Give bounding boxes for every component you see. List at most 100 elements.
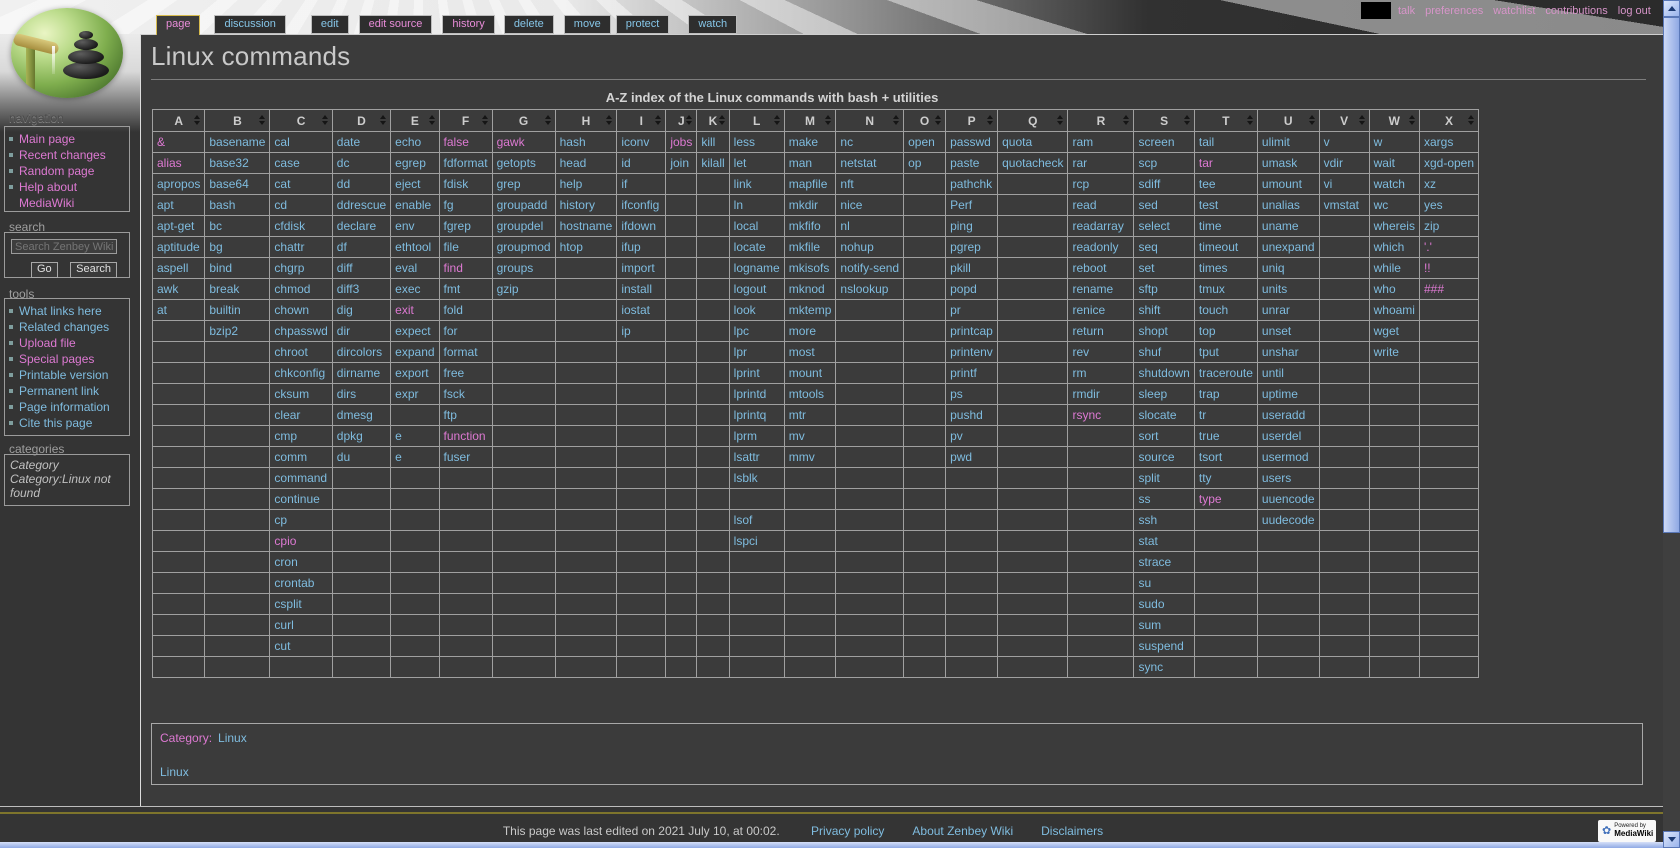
table-cell[interactable]: break bbox=[205, 279, 270, 300]
command-link[interactable]: netstat bbox=[840, 156, 876, 170]
table-cell[interactable]: for bbox=[439, 321, 492, 342]
table-cell[interactable]: tar bbox=[1194, 153, 1257, 174]
table-cell[interactable]: apropos bbox=[153, 174, 205, 195]
table-cell[interactable]: diff3 bbox=[332, 279, 390, 300]
table-cell[interactable]: wait bbox=[1369, 153, 1419, 174]
search-input[interactable] bbox=[11, 239, 117, 254]
command-link[interactable]: crontab bbox=[274, 576, 314, 590]
command-link[interactable]: rcp bbox=[1072, 177, 1089, 191]
table-cell[interactable]: top bbox=[1194, 321, 1257, 342]
column-header-H[interactable]: H bbox=[555, 110, 617, 132]
table-cell[interactable]: at bbox=[153, 300, 205, 321]
command-link[interactable]: exit bbox=[395, 303, 414, 317]
command-link[interactable]: local bbox=[734, 219, 759, 233]
table-cell[interactable]: rename bbox=[1068, 279, 1134, 300]
command-link[interactable]: uniq bbox=[1262, 261, 1285, 275]
table-cell[interactable]: tty bbox=[1194, 468, 1257, 489]
command-link[interactable]: lpc bbox=[734, 324, 749, 338]
command-link[interactable]: ip bbox=[621, 324, 630, 338]
command-link[interactable]: sort bbox=[1138, 429, 1158, 443]
command-link[interactable]: top bbox=[1199, 324, 1216, 338]
table-cell[interactable]: pv bbox=[946, 426, 998, 447]
command-link[interactable]: ftp bbox=[444, 408, 457, 422]
table-cell[interactable]: quotacheck bbox=[998, 153, 1068, 174]
table-cell[interactable]: su bbox=[1134, 573, 1194, 594]
command-link[interactable]: tail bbox=[1199, 135, 1214, 149]
command-link[interactable]: Perf bbox=[950, 198, 972, 212]
command-link[interactable]: format bbox=[444, 345, 478, 359]
command-link[interactable]: cfdisk bbox=[274, 219, 305, 233]
table-cell[interactable]: pathchk bbox=[946, 174, 998, 195]
command-link[interactable]: nslookup bbox=[840, 282, 888, 296]
command-link[interactable]: write bbox=[1374, 345, 1399, 359]
command-link[interactable]: install bbox=[621, 282, 652, 296]
table-cell[interactable]: cut bbox=[270, 636, 332, 657]
table-cell[interactable]: fdisk bbox=[439, 174, 492, 195]
table-cell[interactable]: if bbox=[617, 174, 666, 195]
command-link[interactable]: time bbox=[1199, 219, 1222, 233]
command-link[interactable]: cpio bbox=[274, 534, 296, 548]
category-label-link[interactable]: Category: bbox=[160, 731, 212, 745]
table-cell[interactable]: awk bbox=[153, 279, 205, 300]
command-link[interactable]: if bbox=[621, 177, 627, 191]
sidebar-link[interactable]: Special pages bbox=[19, 352, 94, 366]
table-cell[interactable]: install bbox=[617, 279, 666, 300]
table-cell[interactable]: local bbox=[729, 216, 784, 237]
command-link[interactable]: useradd bbox=[1262, 408, 1305, 422]
table-cell[interactable]: mkfifo bbox=[784, 216, 836, 237]
table-cell[interactable]: aspell bbox=[153, 258, 205, 279]
table-cell[interactable]: rm bbox=[1068, 363, 1134, 384]
table-cell[interactable]: whoami bbox=[1369, 300, 1419, 321]
command-link[interactable]: mkdir bbox=[789, 198, 818, 212]
table-cell[interactable]: man bbox=[784, 153, 836, 174]
table-cell[interactable]: look bbox=[729, 300, 784, 321]
command-link[interactable]: & bbox=[157, 135, 165, 149]
command-link[interactable]: users bbox=[1262, 471, 1291, 485]
table-cell[interactable]: reboot bbox=[1068, 258, 1134, 279]
command-link[interactable]: sleep bbox=[1138, 387, 1167, 401]
command-link[interactable]: import bbox=[621, 261, 654, 275]
command-link[interactable]: case bbox=[274, 156, 299, 170]
command-link[interactable]: dircolors bbox=[337, 345, 382, 359]
command-link[interactable]: rmdir bbox=[1072, 387, 1099, 401]
table-cell[interactable]: ifconfig bbox=[617, 195, 666, 216]
personal-link-watchlist[interactable]: watchlist bbox=[1493, 5, 1535, 17]
command-link[interactable]: iostat bbox=[621, 303, 650, 317]
command-link[interactable]: sudo bbox=[1138, 597, 1164, 611]
command-link[interactable]: bash bbox=[209, 198, 235, 212]
table-cell[interactable]: select bbox=[1134, 216, 1194, 237]
command-link[interactable]: tar bbox=[1199, 156, 1213, 170]
table-cell[interactable]: ram bbox=[1068, 132, 1134, 153]
table-cell[interactable]: slocate bbox=[1134, 405, 1194, 426]
table-cell[interactable]: logname bbox=[729, 258, 784, 279]
table-cell[interactable]: rmdir bbox=[1068, 384, 1134, 405]
table-cell[interactable]: chmod bbox=[270, 279, 332, 300]
command-link[interactable]: comm bbox=[274, 450, 307, 464]
command-link[interactable]: touch bbox=[1199, 303, 1228, 317]
table-cell[interactable]: umount bbox=[1257, 174, 1319, 195]
sidebar-item-special-pages[interactable]: Special pages bbox=[5, 351, 129, 367]
sidebar-item-recent-changes[interactable]: Recent changes bbox=[5, 147, 129, 163]
command-link[interactable]: while bbox=[1374, 261, 1401, 275]
table-cell[interactable]: ifdown bbox=[617, 216, 666, 237]
command-link[interactable]: xargs bbox=[1424, 135, 1453, 149]
table-cell[interactable]: type bbox=[1194, 489, 1257, 510]
table-cell[interactable]: lprm bbox=[729, 426, 784, 447]
tab-edit[interactable]: edit bbox=[311, 15, 349, 34]
command-link[interactable]: mkfifo bbox=[789, 219, 821, 233]
table-cell[interactable]: lspci bbox=[729, 531, 784, 552]
table-cell[interactable]: mkisofs bbox=[784, 258, 836, 279]
table-cell[interactable]: echo bbox=[391, 132, 439, 153]
table-cell[interactable]: rev bbox=[1068, 342, 1134, 363]
table-cell[interactable]: dircolors bbox=[332, 342, 390, 363]
sidebar-item-page-information[interactable]: Page information bbox=[5, 399, 129, 415]
command-link[interactable]: find bbox=[444, 261, 463, 275]
table-cell[interactable]: bg bbox=[205, 237, 270, 258]
table-cell[interactable]: source bbox=[1134, 447, 1194, 468]
command-link[interactable]: uudecode bbox=[1262, 513, 1315, 527]
command-link[interactable]: grep bbox=[497, 177, 521, 191]
table-cell[interactable]: history bbox=[555, 195, 617, 216]
table-cell[interactable]: shift bbox=[1134, 300, 1194, 321]
table-cell[interactable]: tput bbox=[1194, 342, 1257, 363]
table-cell[interactable]: chroot bbox=[270, 342, 332, 363]
